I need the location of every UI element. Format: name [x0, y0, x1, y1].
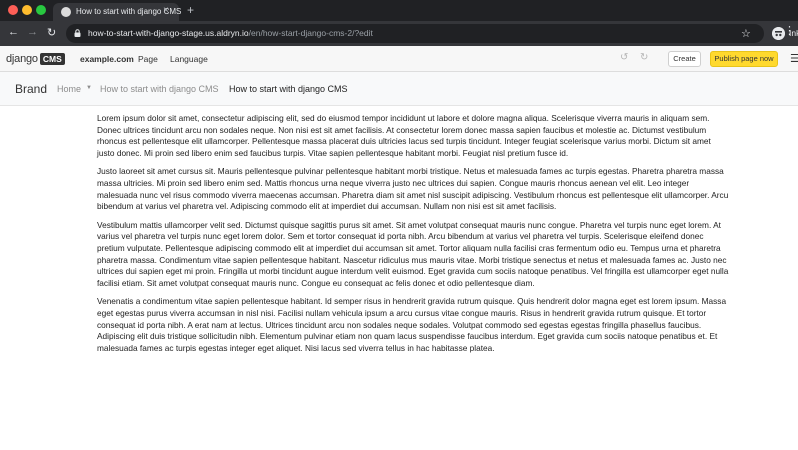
page-menu[interactable]: Page [138, 54, 158, 64]
minimize-window-button[interactable] [22, 5, 32, 15]
menu-icon[interactable]: ⋮ [784, 24, 795, 37]
url-host: how-to-start-with-django-stage.us.aldryn… [88, 28, 249, 38]
structure-mode-icon[interactable]: ☰ [790, 52, 798, 65]
close-window-button[interactable] [8, 5, 18, 15]
language-menu[interactable]: Language [170, 54, 208, 64]
caret-down-icon[interactable]: ▼ [86, 85, 92, 91]
nav-item-page[interactable]: How to start with django CMS [100, 84, 219, 94]
cms-logo-word: django [6, 53, 38, 65]
browser-tab[interactable]: How to start with django CMS × [53, 3, 181, 21]
zoom-window-button[interactable] [36, 5, 46, 15]
reload-icon[interactable]: ↻ [47, 26, 56, 39]
back-icon[interactable]: ← [8, 26, 19, 38]
create-button[interactable]: Create [668, 51, 701, 67]
globe-icon [61, 7, 71, 17]
site-navbar: Brand Home ▼ How to start with django CM… [0, 72, 798, 106]
browser-toolbar: ← → ↻ how-to-start-with-django-stage.us.… [0, 21, 798, 46]
main-content: Lorem ipsum dolor sit amet, consectetur … [97, 113, 729, 361]
url-path: /en/how-start-django-cms-2/?edit [248, 28, 373, 38]
cms-logo[interactable]: django CMS [6, 52, 65, 66]
star-icon[interactable]: ☆ [741, 27, 751, 40]
address-bar[interactable]: how-to-start-with-django-stage.us.aldryn… [66, 24, 798, 43]
nav-item-home[interactable]: Home [57, 84, 81, 94]
undo-icon[interactable]: ↺ [620, 52, 628, 63]
cms-toolbar: django CMS example.com Page Language ↺ ↻… [0, 46, 798, 72]
lock-icon [74, 29, 81, 37]
content-paragraph: Justo laoreet sit amet cursus sit. Mauri… [97, 166, 729, 212]
browser-tab-strip: How to start with django CMS × + [0, 0, 798, 21]
cms-logo-box: CMS [39, 53, 65, 65]
publish-page-button[interactable]: Publish page now [710, 51, 778, 67]
new-tab-icon[interactable]: + [187, 3, 194, 17]
forward-icon[interactable]: → [27, 26, 38, 38]
redo-icon[interactable]: ↻ [640, 52, 648, 63]
content-paragraph: Lorem ipsum dolor sit amet, consectetur … [97, 113, 711, 158]
content-paragraph: Vestibulum mattis ullamcorper velit sed.… [97, 219, 729, 288]
url-text: how-to-start-with-django-stage.us.aldryn… [88, 28, 373, 38]
content-paragraph: Venenatis a condimentum vitae sapien pel… [97, 296, 727, 353]
navbar-brand[interactable]: Brand [15, 82, 47, 96]
site-menu[interactable]: example.com [80, 54, 134, 64]
close-tab-icon[interactable]: × [163, 5, 169, 16]
nav-item-active-page[interactable]: How to start with django CMS [229, 84, 348, 94]
